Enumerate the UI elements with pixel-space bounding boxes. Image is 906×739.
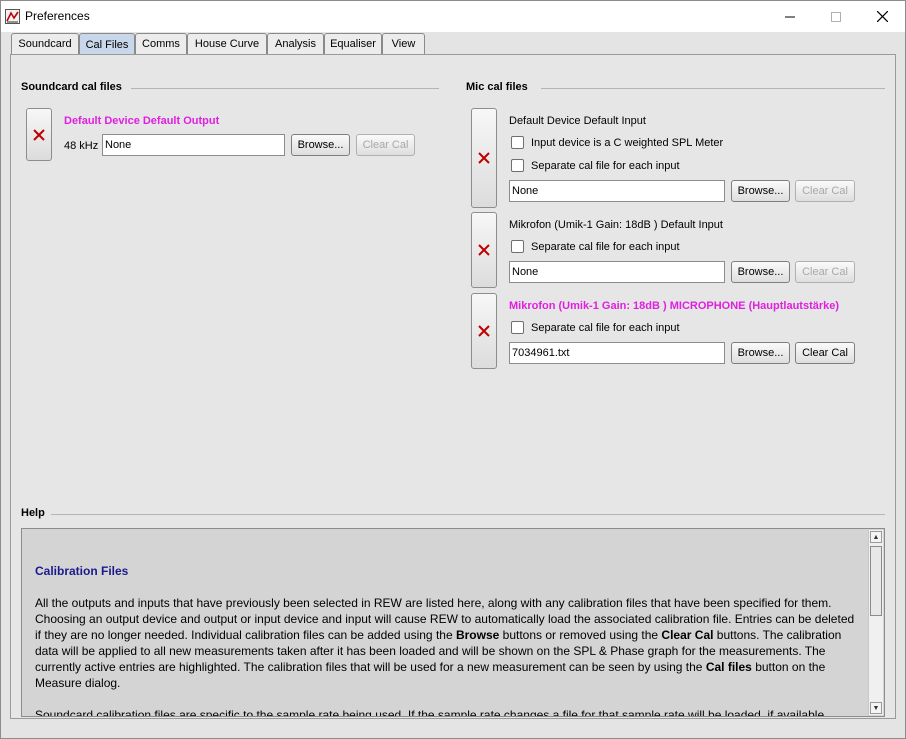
mic-entry-2-cal-file-field[interactable] (509, 261, 725, 283)
delete-mic-entry-1-button[interactable] (471, 108, 497, 208)
mic-entry-3-separate-checkbox-row[interactable]: Separate cal file for each input (511, 321, 680, 334)
delete-soundcard-entry-button[interactable] (26, 108, 52, 161)
mic-entry-3-separate-label: Separate cal file for each input (531, 321, 680, 334)
tab-cal-files[interactable]: Cal Files (79, 33, 135, 55)
mic-entry-1-device-label: Default Device Default Input (509, 115, 646, 127)
tab-view[interactable]: View (382, 33, 425, 54)
delete-x-icon (478, 244, 490, 256)
soundcard-separator (131, 88, 439, 89)
mic-entry-3-device-label: Mikrofon (Umik-1 Gain: 18dB ) MICROPHONE… (509, 300, 840, 312)
mic-entry-1-browse-button[interactable]: Browse... (731, 180, 790, 202)
rew-app-icon (5, 9, 20, 24)
c-weighted-checkbox[interactable] (511, 136, 524, 149)
help-scrollbar[interactable]: ▲ ▼ (868, 530, 883, 715)
help-text: buttons or removed using the (499, 628, 662, 642)
c-weighted-label: Input device is a C weighted SPL Meter (531, 136, 724, 149)
mic-entry-2-device-label: Mikrofon (Umik-1 Gain: 18dB ) Default In… (509, 219, 723, 231)
delete-mic-entry-2-button[interactable] (471, 212, 497, 288)
help-paragraph-1: All the outputs and inputs that have pre… (35, 595, 855, 691)
mic-entry-3-separate-checkbox[interactable] (511, 321, 524, 334)
mic-entry-2-separate-checkbox-row[interactable]: Separate cal file for each input (511, 240, 680, 253)
soundcard-clear-cal-button[interactable]: Clear Cal (356, 134, 415, 156)
scroll-up-arrow-icon[interactable]: ▲ (870, 531, 882, 543)
mic-entry-3-clear-cal-button[interactable]: Clear Cal (795, 342, 855, 364)
mic-separator (541, 88, 885, 89)
delete-x-icon (33, 128, 45, 141)
soundcard-section-title: Soundcard cal files (21, 81, 122, 93)
window-title: Preferences (25, 9, 90, 23)
delete-x-icon (478, 152, 490, 164)
mic-entry-1-separate-checkbox-row[interactable]: Separate cal file for each input (511, 159, 680, 172)
delete-x-icon (478, 325, 490, 337)
mic-entry-3-browse-button[interactable]: Browse... (731, 342, 790, 364)
help-section-title: Help (21, 507, 45, 519)
help-bold-text: Clear Cal (661, 628, 714, 642)
mic-entry-1-cal-file-field[interactable] (509, 180, 725, 202)
close-button[interactable] (859, 1, 905, 32)
close-icon (876, 11, 888, 22)
mic-entry-2-separate-checkbox[interactable] (511, 240, 524, 253)
mic-entry-1-separate-label: Separate cal file for each input (531, 159, 680, 172)
maximize-icon (831, 11, 841, 22)
minimize-button[interactable] (767, 1, 813, 32)
soundcard-browse-button[interactable]: Browse... (291, 134, 350, 156)
scroll-thumb[interactable] (870, 546, 882, 616)
mic-entry-1-separate-checkbox[interactable] (511, 159, 524, 172)
scroll-down-arrow-icon[interactable]: ▼ (870, 702, 882, 714)
cal-files-panel: Soundcard cal files Default Device Defau… (10, 54, 896, 719)
tab-analysis[interactable]: Analysis (267, 33, 324, 54)
sample-rate-label: 48 kHz (64, 140, 99, 152)
minimize-icon (785, 16, 795, 17)
help-bold-text: Browse (455, 628, 500, 642)
c-weighted-checkbox-row[interactable]: Input device is a C weighted SPL Meter (511, 136, 723, 149)
mic-entry-2-browse-button[interactable]: Browse... (731, 261, 790, 283)
maximize-button[interactable] (813, 1, 859, 32)
soundcard-cal-file-field[interactable] (102, 134, 285, 156)
help-separator (51, 514, 885, 515)
soundcard-device-label: Default Device Default Output (64, 115, 220, 127)
mic-entry-3-cal-file-field[interactable] (509, 342, 725, 364)
tab-house-curve[interactable]: House Curve (187, 33, 267, 54)
help-paragraph-2: Soundcard calibration files are specific… (35, 708, 828, 717)
mic-entry-1-clear-cal-button[interactable]: Clear Cal (795, 180, 855, 202)
delete-mic-entry-3-button[interactable] (471, 293, 497, 369)
tab-equaliser[interactable]: Equaliser (324, 33, 382, 54)
tab-comms[interactable]: Comms (135, 33, 187, 54)
mic-entry-2-separate-label: Separate cal file for each input (531, 240, 680, 253)
help-heading: Calibration Files (35, 564, 129, 578)
preferences-window: Preferences Soundcard Cal Files Comms Ho… (0, 0, 906, 739)
mic-section-title: Mic cal files (466, 81, 528, 93)
title-bar: Preferences (1, 1, 905, 32)
mic-entry-2-clear-cal-button[interactable]: Clear Cal (795, 261, 855, 283)
help-text-area[interactable]: Calibration Files All the outputs and in… (21, 528, 885, 717)
help-bold-text: Cal files (705, 660, 752, 674)
tab-soundcard[interactable]: Soundcard (11, 33, 79, 54)
